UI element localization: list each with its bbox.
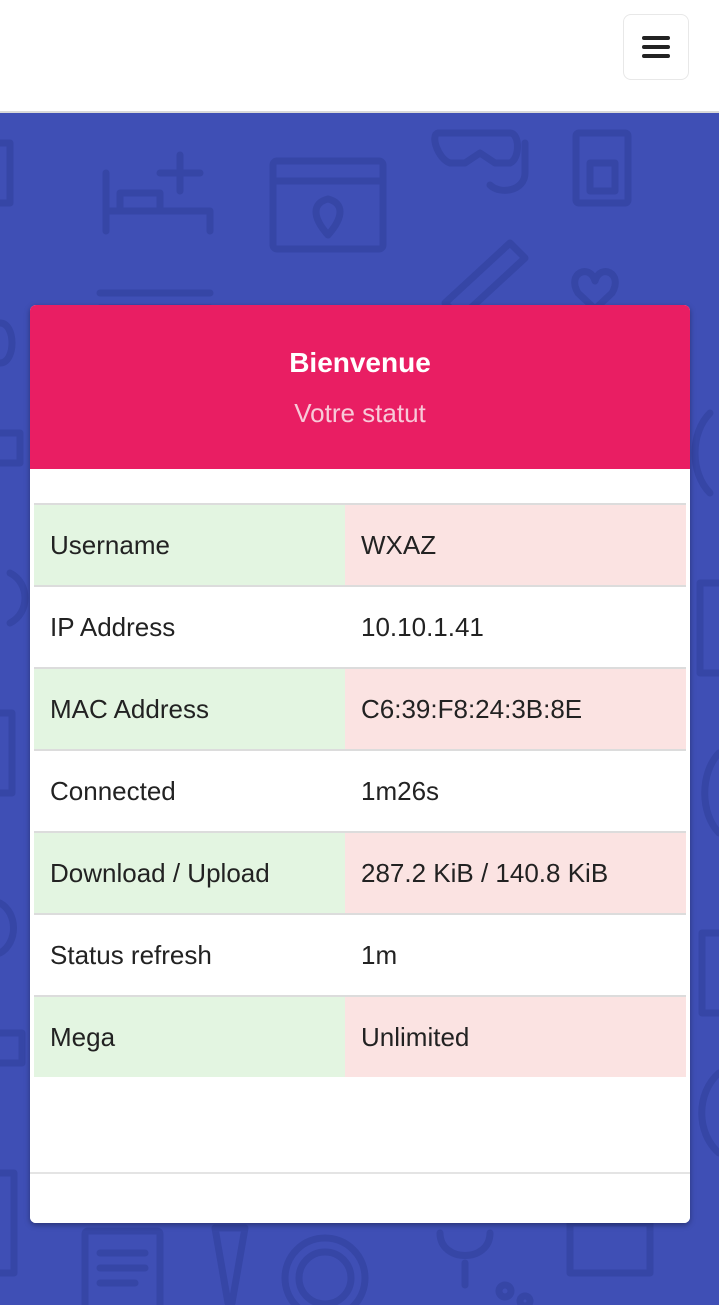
hamburger-menu-icon [642,36,670,58]
row-value: C6:39:F8:24:3B:8E [345,669,686,749]
row-label: Status refresh [50,939,212,970]
row-label: Mega [34,997,345,1077]
row-label: Connected [50,775,176,806]
row-label: Download / Upload [34,833,345,913]
menu-toggle-button[interactable] [623,14,689,80]
bottom-strip [0,1305,719,1312]
table-row: Mega Unlimited [34,997,686,1077]
table-row: Username WXAZ [34,505,686,587]
row-label: MAC Address [34,669,345,749]
row-label: IP Address [50,611,176,642]
status-card: Bienvenue Votre statut Username WXAZ IP … [30,305,690,1223]
card-title: Bienvenue [289,347,431,378]
row-value: 10.10.1.41 [361,611,484,642]
table-row: Connected 1m26s [34,751,686,833]
status-table: Username WXAZ IP Address 10.10.1.41 MAC … [34,503,686,1077]
row-value: Unlimited [345,997,686,1077]
table-row: IP Address 10.10.1.41 [34,587,686,669]
row-value: WXAZ [345,505,686,585]
row-value: 1m [361,939,398,970]
row-label: Username [34,505,345,585]
card-footer [30,1172,690,1223]
table-row: MAC Address C6:39:F8:24:3B:8E [34,669,686,751]
row-value: 287.2 KiB / 140.8 KiB [345,833,686,913]
card-subtitle: Votre statut [294,398,426,428]
card-header: Bienvenue Votre statut [30,305,690,469]
table-row: Status refresh 1m [34,915,686,997]
top-navbar [0,0,719,113]
table-row: Download / Upload 287.2 KiB / 140.8 KiB [34,833,686,915]
row-value: 1m26s [361,775,440,806]
